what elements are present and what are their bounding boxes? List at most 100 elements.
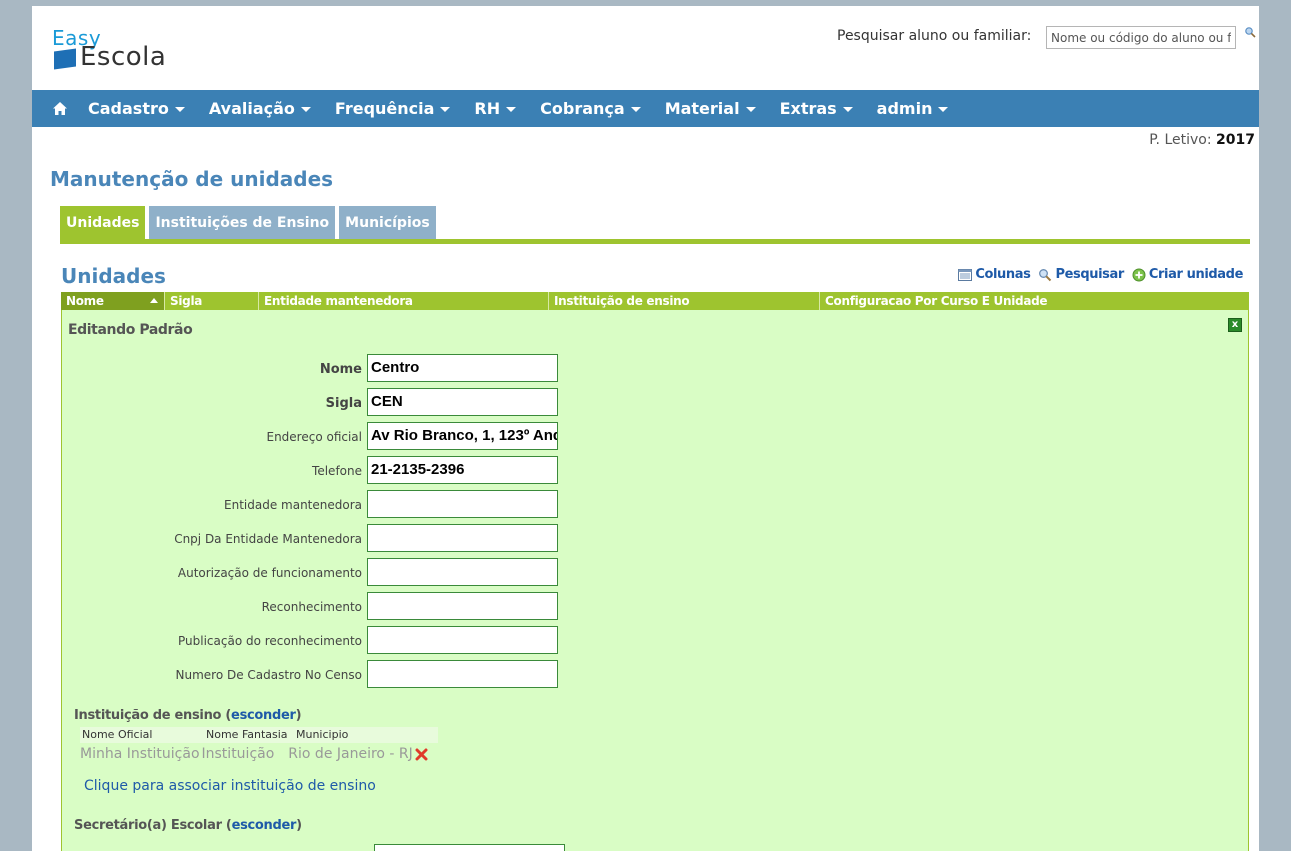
nav-label: Cadastro	[88, 99, 169, 118]
main-nav: Cadastro Avaliação Frequência RH Cobranç…	[32, 90, 1259, 127]
delete-icon[interactable]	[415, 748, 428, 761]
field-label: Endereço oficial	[266, 430, 362, 444]
field-label: Sigla	[325, 396, 362, 411]
nav-label: Frequência	[334, 99, 435, 118]
nome-input[interactable]: Centro	[367, 354, 558, 382]
subsection-label: Instituição de ensino	[74, 708, 222, 723]
column-nome[interactable]: Nome	[61, 292, 165, 310]
nav-avaliacao[interactable]: Avaliação	[209, 99, 311, 118]
column-label: Configuracao Por Curso E Unidade	[825, 294, 1048, 308]
field-telefone: Telefone 21-2135-2396	[62, 456, 662, 484]
publicacao-input[interactable]	[367, 626, 558, 654]
pesquisar-label: Pesquisar	[1055, 267, 1124, 282]
easy-escola-logo[interactable]: Easy Escola	[52, 26, 212, 74]
associar-instituicao-link[interactable]: Clique para associar instituição de ensi…	[84, 778, 376, 794]
column-header: Nome Oficial	[82, 728, 153, 741]
sort-asc-icon	[150, 298, 158, 303]
nav-label: Cobrança	[540, 99, 625, 118]
secretario-input[interactable]	[374, 844, 565, 851]
caret-down-icon	[842, 107, 853, 112]
nav-label: Material	[664, 99, 740, 118]
tab-bar: Unidades Instituições de Ensino Municípi…	[60, 206, 440, 239]
caret-down-icon	[630, 107, 641, 112]
nav-cobranca[interactable]: Cobrança	[540, 99, 641, 118]
nome-fantasia-cell: Instituição	[201, 746, 275, 762]
nav-frequencia[interactable]: Frequência	[335, 99, 451, 118]
field-cnpj: Cnpj Da Entidade Mantenedora	[62, 524, 662, 552]
secretario-section-title: Secretário(a) Escolar (esconder)	[74, 818, 302, 833]
tab-instituicoes[interactable]: Instituições de Ensino	[149, 206, 336, 239]
field-label: Autorização de funcionamento	[177, 566, 362, 580]
panel-title: Editando Padrão	[68, 322, 193, 338]
columns-label: Colunas	[975, 267, 1031, 282]
nav-cadastro[interactable]: Cadastro	[88, 99, 185, 118]
nav-admin[interactable]: admin	[877, 99, 949, 118]
column-entidade[interactable]: Entidade mantenedora	[259, 292, 549, 310]
column-instituicao[interactable]: Instituição de ensino	[549, 292, 820, 310]
subsection-label: Secretário(a) Escolar	[74, 818, 222, 833]
tab-unidades[interactable]: Unidades	[60, 206, 146, 239]
entidade-input[interactable]	[367, 490, 558, 518]
field-label: Nome	[319, 362, 362, 377]
home-icon	[53, 102, 67, 115]
autorizacao-input[interactable]	[367, 558, 558, 586]
field-label: Entidade mantenedora	[224, 498, 362, 512]
esconder-instituicao-link[interactable]: esconder	[231, 708, 296, 723]
periodo-value: 2017	[1216, 132, 1255, 148]
nav-material[interactable]: Material	[665, 99, 756, 118]
censo-input[interactable]	[367, 660, 558, 688]
grid-actions: Colunas Pesquisar Criar unidade	[950, 267, 1243, 282]
column-label: Sigla	[170, 294, 203, 308]
logo-text-bottom: Escola	[80, 42, 167, 72]
field-autorizacao: Autorização de funcionamento	[62, 558, 662, 586]
reconhecimento-input[interactable]	[367, 592, 558, 620]
tab-municipios[interactable]: Municípios	[339, 206, 436, 239]
home-button[interactable]	[32, 90, 88, 127]
search-label: Pesquisar aluno ou familiar:	[837, 28, 1032, 44]
caret-down-icon	[300, 107, 311, 112]
column-sigla[interactable]: Sigla	[165, 292, 259, 310]
columns-icon	[958, 268, 973, 281]
nav-rh[interactable]: RH	[474, 99, 517, 118]
instituicao-table-header: Nome Oficial Nome Fantasia Municipio	[80, 727, 438, 743]
columns-button[interactable]: Colunas	[958, 267, 1031, 282]
page-title: Manutenção de unidades	[50, 167, 334, 191]
field-entidade: Entidade mantenedora	[62, 490, 662, 518]
caret-down-icon	[745, 107, 756, 112]
search-icon[interactable]	[1244, 26, 1256, 38]
cnpj-input[interactable]	[367, 524, 558, 552]
field-publicacao: Publicação do reconhecimento	[62, 626, 662, 654]
endereco-input[interactable]: Av Rio Branco, 1, 123º Andar	[367, 422, 558, 450]
sigla-input[interactable]: CEN	[367, 388, 558, 416]
column-header: Nome Fantasia	[206, 728, 288, 741]
app-page: Easy Escola Pesquisar aluno ou familiar:…	[32, 6, 1259, 851]
field-censo: Numero De Cadastro No Censo	[62, 660, 662, 688]
esconder-secretario-link[interactable]: esconder	[232, 818, 297, 833]
table-row: Minha Instituição Instituição Rio de Jan…	[80, 746, 428, 762]
column-label: Instituição de ensino	[554, 294, 690, 308]
search-input[interactable]	[1046, 26, 1236, 49]
telefone-input[interactable]: 21-2135-2396	[367, 456, 558, 484]
field-label: Cnpj Da Entidade Mantenedora	[174, 532, 362, 546]
field-endereco: Endereço oficial Av Rio Branco, 1, 123º …	[62, 422, 662, 450]
nav-extras[interactable]: Extras	[780, 99, 853, 118]
edit-panel: Editando Padrão x Nome Centro Sigla CEN …	[61, 310, 1249, 851]
column-label: Entidade mantenedora	[264, 294, 413, 308]
criar-unidade-label: Criar unidade	[1148, 267, 1243, 282]
logo-mark-icon	[54, 48, 76, 70]
nome-oficial-cell: Minha Instituição	[80, 746, 200, 762]
nav-label: RH	[474, 99, 501, 118]
pesquisar-button[interactable]: Pesquisar	[1038, 267, 1124, 282]
caret-down-icon	[174, 107, 185, 112]
column-configuracao[interactable]: Configuracao Por Curso E Unidade	[820, 292, 1249, 310]
periodo-letivo: P. Letivo: 2017	[1149, 132, 1255, 148]
tab-divider	[60, 239, 1250, 244]
close-icon[interactable]: x	[1228, 318, 1242, 332]
municipio-cell: Rio de Janeiro - RJ	[288, 746, 413, 762]
grid-header: Nome Sigla Entidade mantenedora Institui…	[61, 292, 1249, 310]
field-label: Reconhecimento	[261, 600, 362, 614]
field-label: Numero De Cadastro No Censo	[175, 668, 363, 682]
caret-down-icon	[506, 107, 517, 112]
column-header: Municipio	[296, 728, 349, 741]
criar-unidade-button[interactable]: Criar unidade	[1132, 267, 1243, 282]
